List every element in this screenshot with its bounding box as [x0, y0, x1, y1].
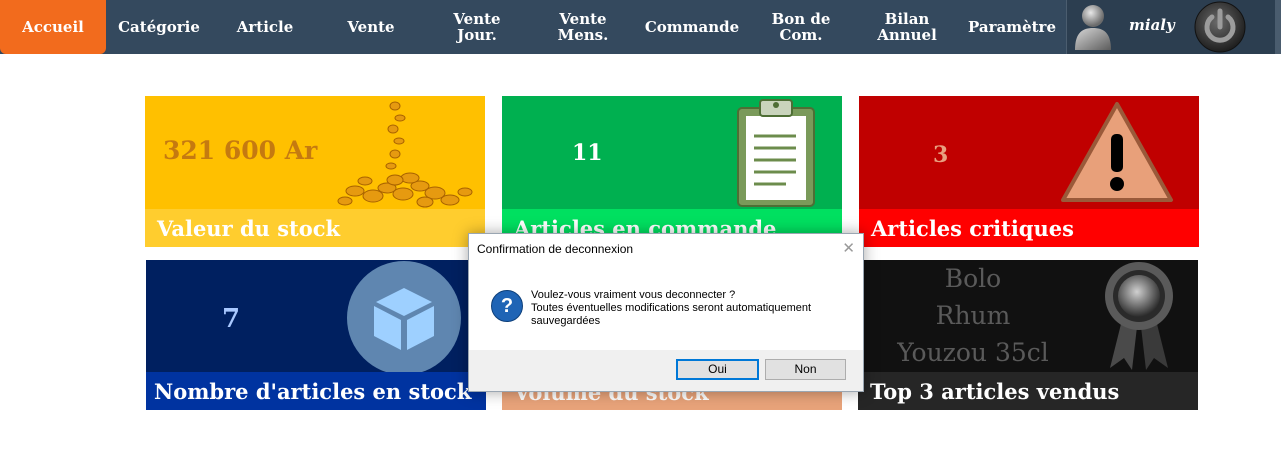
top-nav: Accueil Catégorie Article Vente Vente Jo… [0, 0, 1281, 54]
nav-article[interactable]: Article [214, 0, 316, 54]
dialog-title: Confirmation de deconnexion [477, 242, 634, 256]
top3-item-3: Youzou 35cl [897, 338, 1049, 367]
nav-vente[interactable]: Vente [320, 0, 422, 54]
nav-commande[interactable]: Commande [638, 0, 746, 54]
orders-count: 11 [572, 140, 603, 166]
tile-stock-count[interactable]: 7 Nombre d'articles en stock [146, 260, 486, 410]
nav-categorie[interactable]: Catégorie [108, 0, 210, 54]
stock-value-label: Valeur du stock [145, 209, 485, 247]
nav-parametre[interactable]: Paramètre [962, 0, 1062, 54]
top3-label: Top 3 articles vendus [858, 372, 1198, 410]
critical-label: Articles critiques [859, 209, 1199, 247]
dialog-footer: Oui Non [469, 350, 863, 391]
tile-orders[interactable]: 11 Articles en commande [502, 96, 842, 247]
logout-confirm-dialog: Confirmation de deconnexion ✕ ? Voulez-v… [468, 233, 864, 392]
nav-vente-jour[interactable]: Vente Jour. [426, 0, 528, 54]
critical-count: 3 [933, 142, 949, 168]
ribbon-medal-icon [1105, 262, 1173, 370]
clipboard-icon [737, 99, 815, 207]
nav-vente-mens[interactable]: Vente Mens. [532, 0, 634, 54]
cube-icon [347, 261, 461, 375]
nav-bon-de-com[interactable]: Bon de Com. [750, 0, 852, 54]
tile-stock-value[interactable]: 321 600 Ar Valeur du stock [145, 96, 485, 247]
nav-accueil[interactable]: Accueil [0, 0, 106, 54]
yes-button[interactable]: Oui [676, 359, 759, 380]
nav-edge [1275, 0, 1281, 54]
question-icon: ? [491, 290, 523, 322]
warning-icon [1061, 102, 1173, 202]
tile-critical[interactable]: 3 Articles critiques [859, 96, 1199, 247]
top3-item-2: Rhum [935, 301, 1011, 330]
no-button[interactable]: Non [765, 359, 846, 380]
stock-count-label: Nombre d'articles en stock [146, 372, 486, 410]
top3-item-1: Bolo [944, 264, 1002, 293]
gold-coins-icon [337, 101, 473, 208]
user-area: mialy [1066, 0, 1281, 54]
stock-value-amount: 321 600 Ar [163, 136, 318, 165]
username: mialy [1129, 16, 1175, 34]
stock-count-value: 7 [222, 304, 241, 334]
tile-top3[interactable]: Bolo Rhum Youzou 35cl Top 3 articles ven… [858, 260, 1198, 410]
close-icon[interactable]: ✕ [842, 239, 855, 257]
nav-bilan-annuel[interactable]: Bilan Annuel [856, 0, 958, 54]
dialog-message: Voulez-vous vraiment vous deconnecter ? … [531, 289, 812, 327]
power-icon[interactable] [1193, 0, 1247, 54]
user-silhouette-icon [1075, 5, 1111, 50]
